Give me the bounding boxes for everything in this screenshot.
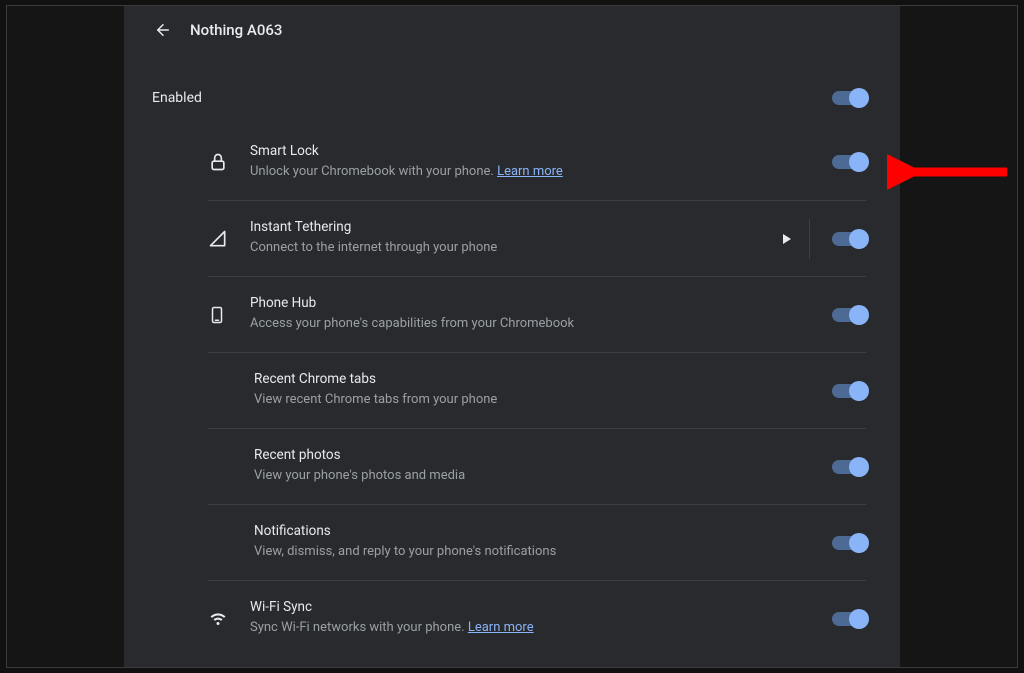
recent-photos-desc: View your phone's photos and media — [254, 467, 832, 485]
row-phone-hub: Phone Hub Access your phone's capabiliti… — [208, 276, 866, 352]
row-instant-tethering[interactable]: Instant Tethering Connect to the interne… — [208, 200, 866, 276]
phone-hub-desc: Access your phone's capabilities from yo… — [250, 315, 832, 333]
recent-photos-toggle[interactable] — [832, 460, 866, 474]
smart-lock-learn-more-link[interactable]: Learn more — [497, 164, 563, 179]
smart-lock-title: Smart Lock — [250, 143, 832, 159]
phone-hub-title: Phone Hub — [250, 295, 832, 311]
settings-window: Nothing A063 Enabled Smart Lock Unlock y… — [6, 5, 1018, 668]
tethering-toggle[interactable] — [832, 232, 866, 246]
phone-hub-sublist: Recent Chrome tabs View recent Chrome ta… — [208, 352, 866, 580]
row-recent-tabs: Recent Chrome tabs View recent Chrome ta… — [208, 352, 866, 428]
wifi-sync-desc: Sync Wi-Fi networks with your phone. Lea… — [250, 619, 832, 637]
wifi-sync-title: Wi-Fi Sync — [250, 599, 832, 615]
settings-panel: Nothing A063 Enabled Smart Lock Unlock y… — [124, 6, 900, 667]
lock-icon — [208, 152, 250, 172]
wifi-sync-learn-more-link[interactable]: Learn more — [468, 620, 534, 635]
row-notifications: Notifications View, dismiss, and reply t… — [208, 504, 866, 580]
notifications-desc: View, dismiss, and reply to your phone's… — [254, 543, 832, 561]
enabled-row: Enabled — [124, 54, 900, 124]
page-header: Nothing A063 — [124, 6, 900, 54]
smart-lock-desc: Unlock your Chromebook with your phone. … — [250, 163, 832, 181]
smart-lock-toggle[interactable] — [832, 155, 866, 169]
row-smart-lock: Smart Lock Unlock your Chromebook with y… — [208, 124, 866, 200]
phone-icon — [208, 305, 250, 325]
left-gutter — [7, 6, 124, 667]
tethering-desc: Connect to the internet through your pho… — [250, 239, 783, 257]
recent-tabs-desc: View recent Chrome tabs from your phone — [254, 391, 832, 409]
back-arrow-icon[interactable] — [154, 21, 172, 39]
enabled-label: Enabled — [152, 90, 202, 106]
tethering-expand[interactable] — [783, 219, 810, 259]
recent-tabs-toggle[interactable] — [832, 384, 866, 398]
recent-photos-title: Recent photos — [254, 447, 832, 463]
row-wifi-sync: Wi-Fi Sync Sync Wi-Fi networks with your… — [208, 580, 866, 656]
wifi-sync-toggle[interactable] — [832, 612, 866, 626]
phone-hub-toggle[interactable] — [832, 308, 866, 322]
signal-icon — [208, 229, 250, 249]
enabled-toggle[interactable] — [832, 91, 866, 105]
tethering-title: Instant Tethering — [250, 219, 783, 235]
wifi-icon — [208, 610, 250, 628]
settings-list: Smart Lock Unlock your Chromebook with y… — [124, 124, 900, 656]
recent-tabs-title: Recent Chrome tabs — [254, 371, 832, 387]
right-gutter — [900, 6, 1017, 667]
page-title: Nothing A063 — [190, 21, 282, 39]
notifications-toggle[interactable] — [832, 536, 866, 550]
row-recent-photos: Recent photos View your phone's photos a… — [208, 428, 866, 504]
notifications-title: Notifications — [254, 523, 832, 539]
